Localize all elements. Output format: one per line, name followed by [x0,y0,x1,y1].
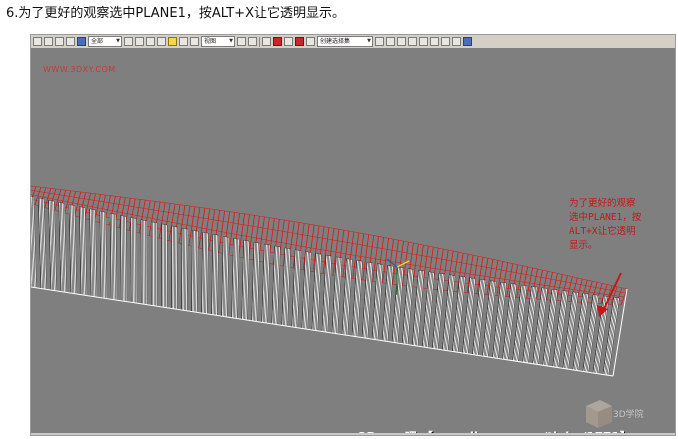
toolbar-divider [259,36,260,47]
annotation-text: 为了更好的观察 选中PLANE1，按 ALT+X让它透明 显示。 [569,198,642,251]
quick-render-icon[interactable] [463,37,472,46]
logo-text: 3D学院 [613,410,644,420]
select-manipulate-icon[interactable] [248,37,257,46]
angle-snap-icon[interactable] [273,37,282,46]
select-region-icon[interactable] [146,37,155,46]
selection-filter-value: 全部 [91,38,104,45]
main-toolbar: 全部 ▼ 视图 ▼ 创建选择集 ▼ [31,35,675,49]
schematic-view-icon[interactable] [419,37,428,46]
scale-icon[interactable] [190,37,199,46]
percent-snap-icon[interactable] [284,37,293,46]
chevron-down-icon: ▼ [229,38,233,44]
render-frame-icon[interactable] [452,37,461,46]
selection-filter-dropdown[interactable]: 全部 ▼ [88,36,122,47]
tutorial-caption: 6.为了更好的观察选中PLANE1，按ALT+X让它透明显示。 [6,6,345,21]
site-watermark: WWW.3DXY.COM [43,65,116,74]
select-object-icon[interactable] [124,37,133,46]
snap-toggle-icon[interactable] [262,37,271,46]
3dsmax-window: 全部 ▼ 视图 ▼ 创建选择集 ▼ WWW.3DXY.COM 为了更好的观察 选… [30,34,676,436]
rotate-icon[interactable] [179,37,188,46]
chevron-down-icon: ▼ [367,38,371,44]
move-icon[interactable] [168,37,177,46]
material-editor-icon[interactable] [430,37,439,46]
pivot-center-icon[interactable] [237,37,246,46]
window-crossing-icon[interactable] [157,37,166,46]
time-slider[interactable] [31,433,675,435]
mirror-icon[interactable] [375,37,384,46]
curve-editor-icon[interactable] [408,37,417,46]
select-by-name-icon[interactable] [135,37,144,46]
chevron-down-icon: ▼ [116,38,120,44]
unlink-icon[interactable] [66,37,75,46]
named-selection-value: 创建选择集 [320,38,351,45]
spinner-snap-icon[interactable] [295,37,304,46]
reference-coord-value: 视图 [204,38,217,45]
align-icon[interactable] [386,37,395,46]
perspective-viewport[interactable]: WWW.3DXY.COM 为了更好的观察 选中PLANE1，按 ALT+X让它透… [31,49,675,435]
bind-space-warp-icon[interactable] [77,37,86,46]
reference-coord-dropdown[interactable]: 视图 ▼ [201,36,235,47]
named-selection-dropdown[interactable]: 创建选择集 ▼ [317,36,373,47]
undo-icon[interactable] [33,37,42,46]
redo-icon[interactable] [44,37,53,46]
layer-manager-icon[interactable] [397,37,406,46]
link-icon[interactable] [55,37,64,46]
render-setup-icon[interactable] [441,37,450,46]
edit-named-selection-icon[interactable] [306,37,315,46]
